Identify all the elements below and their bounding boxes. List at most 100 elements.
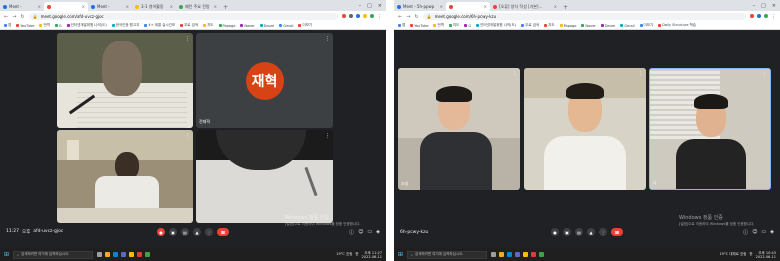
bookmark-item[interactable]: 무료 검색 xyxy=(180,23,198,28)
url-input[interactable]: 🔒 meet.google.com/6h-pcwy-kzu xyxy=(422,13,746,20)
video-tile-self[interactable]: ⋮ 나 xyxy=(649,68,771,190)
menu-icon[interactable]: ⋮ xyxy=(377,14,382,20)
bookmark-item[interactable]: Daily Structure 학습 xyxy=(658,23,696,28)
chrome-icon[interactable] xyxy=(523,252,529,257)
language-indicator[interactable]: 한 xyxy=(355,252,358,257)
mic-icon[interactable]: ● xyxy=(551,228,559,236)
more-icon[interactable]: ⋮ xyxy=(638,71,643,77)
bookmark-item[interactable]: 지도 xyxy=(203,23,214,28)
tab-4[interactable]: 3-1 영어활동 × xyxy=(132,2,176,11)
tab-2[interactable]: × xyxy=(44,2,88,11)
captions-icon[interactable]: ▤ xyxy=(575,228,583,236)
close-window-icon[interactable]: × xyxy=(378,3,382,9)
bookmark-item[interactable]: 지도 xyxy=(544,23,555,28)
bookmark-item[interactable]: 4+·계열 실시간보 xyxy=(144,23,175,28)
reload-icon[interactable]: ↻ xyxy=(414,14,418,20)
task-view-icon[interactable] xyxy=(97,252,103,257)
extension-icon[interactable] xyxy=(757,13,761,18)
more-options-icon[interactable]: ⋮ xyxy=(205,228,213,236)
people-icon[interactable]: ☺ xyxy=(358,229,363,236)
file-explorer-icon[interactable] xyxy=(105,252,111,257)
bookmark-item[interactable]: 번역 xyxy=(433,23,444,28)
close-tab-icon[interactable]: × xyxy=(170,4,173,9)
activities-icon[interactable]: ◈ xyxy=(770,229,774,236)
end-call-icon[interactable]: ☎ xyxy=(611,228,623,236)
app-icon[interactable] xyxy=(137,252,143,257)
back-icon[interactable]: ← xyxy=(398,14,402,20)
bookmark-item[interactable]: 더보기 xyxy=(639,23,653,28)
chrome-icon[interactable] xyxy=(129,252,135,257)
video-tile-1[interactable]: ⋮ xyxy=(57,33,193,128)
extension-icon[interactable] xyxy=(356,13,360,18)
info-icon[interactable]: ⓘ xyxy=(349,229,354,236)
people-icon[interactable]: ☺ xyxy=(752,229,757,236)
extension-icon[interactable] xyxy=(764,13,768,18)
more-icon[interactable]: ⋮ xyxy=(185,133,190,139)
forward-icon[interactable]: → xyxy=(12,14,16,20)
extension-icon[interactable] xyxy=(349,13,353,18)
bookmark-item[interactable]: 더보기 xyxy=(298,23,312,28)
chat-icon[interactable]: ▭ xyxy=(761,229,766,236)
edge-icon[interactable] xyxy=(113,252,119,257)
activities-icon[interactable]: ◈ xyxy=(376,229,380,236)
more-icon[interactable]: ⋮ xyxy=(185,36,190,42)
end-call-icon[interactable]: ☎ xyxy=(217,228,229,236)
bookmark-item[interactable]: G xyxy=(464,24,471,28)
close-tab-icon[interactable]: × xyxy=(38,4,41,9)
video-tile-1[interactable]: ⋮ 조성 xyxy=(398,68,520,190)
bookmark-item[interactable]: YouTube xyxy=(410,24,428,28)
extension-icon[interactable] xyxy=(750,13,754,18)
new-tab-button[interactable]: + xyxy=(560,4,571,11)
store-icon[interactable] xyxy=(121,252,127,257)
app-icon[interactable] xyxy=(531,252,537,257)
tab-1[interactable]: Meet - 5h-ppwp × xyxy=(394,2,446,11)
video-tile-2[interactable]: ⋮ xyxy=(524,68,646,190)
bookmark-item[interactable]: Daum xyxy=(259,24,274,28)
bookmark-item[interactable]: Papago xyxy=(559,24,576,28)
taskbar-search[interactable]: ⌕ 검색하려면 여기에 입력하십시오. xyxy=(13,250,94,259)
bookmark-item[interactable]: Naver xyxy=(240,24,255,28)
close-tab-icon[interactable]: × xyxy=(554,4,557,9)
bookmark-item[interactable]: 무료 검색 xyxy=(521,23,539,28)
minimize-icon[interactable]: – xyxy=(753,3,756,9)
present-icon[interactable]: ▲ xyxy=(587,228,595,236)
language-indicator[interactable]: 한 xyxy=(749,252,752,257)
tab-2[interactable]: × xyxy=(446,2,490,11)
mic-icon[interactable]: ● xyxy=(157,228,165,236)
menu-icon[interactable]: ⋮ xyxy=(771,14,776,20)
close-tab-icon[interactable]: × xyxy=(440,4,443,9)
bookmark-item[interactable]: Gmail xyxy=(620,24,635,28)
tab-1[interactable]: Meet - × xyxy=(0,2,44,11)
camera-icon[interactable]: ▣ xyxy=(563,228,571,236)
chat-icon[interactable]: ▭ xyxy=(367,229,372,236)
bookmark-item[interactable]: 인터넷개발위원 나의(도) xyxy=(66,23,107,28)
more-icon[interactable]: ⋮ xyxy=(762,72,767,78)
bookmark-item[interactable]: 한국인증 원고지 xyxy=(111,23,139,28)
bookmark-item[interactable]: 앱 xyxy=(4,23,11,28)
minimize-icon[interactable]: – xyxy=(359,3,362,9)
windows-icon[interactable]: ⊞ xyxy=(4,251,9,258)
maximize-icon[interactable]: □ xyxy=(761,3,766,9)
close-tab-icon[interactable]: × xyxy=(214,4,217,9)
store-icon[interactable] xyxy=(515,252,521,257)
captions-icon[interactable]: ▤ xyxy=(181,228,189,236)
extension-icon[interactable] xyxy=(363,13,367,18)
file-explorer-icon[interactable] xyxy=(499,252,505,257)
video-tile-2[interactable]: 재혁 ⋮ 전재혁 xyxy=(196,33,333,128)
app-icon[interactable] xyxy=(145,252,151,257)
close-tab-icon[interactable]: × xyxy=(126,4,129,9)
clock[interactable]: 오후 11:27 2022-06-11 xyxy=(362,251,382,259)
close-tab-icon[interactable]: × xyxy=(82,4,85,9)
tab-3[interactable]: Meet - × xyxy=(88,2,132,11)
close-tab-icon[interactable]: × xyxy=(484,4,487,9)
bookmark-item[interactable]: YouTube xyxy=(16,24,34,28)
forward-icon[interactable]: → xyxy=(406,14,410,20)
bookmark-item[interactable]: Naver xyxy=(581,24,596,28)
video-tile-3[interactable]: ⋮ xyxy=(57,130,193,223)
back-icon[interactable]: ← xyxy=(4,14,8,20)
app-icon[interactable] xyxy=(539,252,545,257)
close-window-icon[interactable]: × xyxy=(772,3,776,9)
bookmark-item[interactable]: Papago xyxy=(218,24,235,28)
taskbar-search[interactable]: ⌕ 검색하려면 여기에 입력하십시오. xyxy=(407,250,488,259)
windows-icon[interactable]: ⊞ xyxy=(398,251,403,258)
